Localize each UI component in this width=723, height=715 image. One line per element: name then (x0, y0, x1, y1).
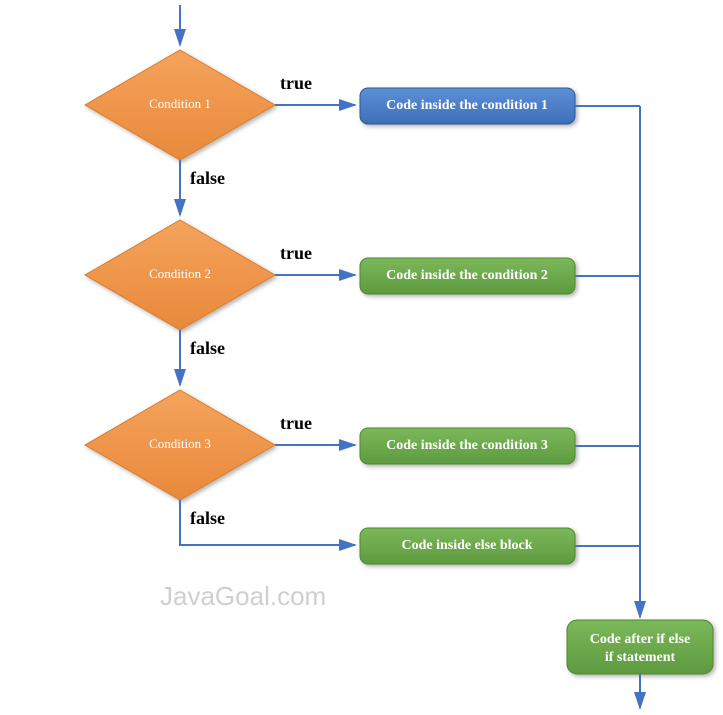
label-false-1: false (190, 168, 225, 188)
condition-2-diamond: Condition 2 (85, 220, 275, 330)
watermark-text: JavaGoal.com (160, 581, 326, 611)
code-after-label-2: if statement (605, 650, 676, 665)
label-true-2: true (280, 243, 312, 263)
flowchart-diagram: Condition 1 true Code inside the conditi… (0, 0, 723, 715)
condition-3-label: Condition 3 (149, 436, 211, 451)
label-true-1: true (280, 73, 312, 93)
condition-1-label: Condition 1 (149, 96, 211, 111)
condition-1-diamond: Condition 1 (85, 50, 275, 160)
code-after-box: Code after if else if statement (567, 620, 713, 674)
code-else-label: Code inside else block (401, 538, 532, 553)
condition-3-diamond: Condition 3 (85, 390, 275, 500)
label-true-3: true (280, 413, 312, 433)
code-condition-1-box: Code inside the condition 1 (360, 88, 575, 124)
code-else-box: Code inside else block (360, 528, 575, 564)
code-after-label-1: Code after if else (590, 632, 690, 647)
label-false-3: false (190, 508, 225, 528)
condition-2-label: Condition 2 (149, 266, 211, 281)
code-condition-1-label: Code inside the condition 1 (386, 98, 548, 113)
code-condition-2-label: Code inside the condition 2 (386, 268, 548, 283)
label-false-2: false (190, 338, 225, 358)
code-condition-2-box: Code inside the condition 2 (360, 258, 575, 294)
code-condition-3-label: Code inside the condition 3 (386, 438, 548, 453)
code-condition-3-box: Code inside the condition 3 (360, 428, 575, 464)
